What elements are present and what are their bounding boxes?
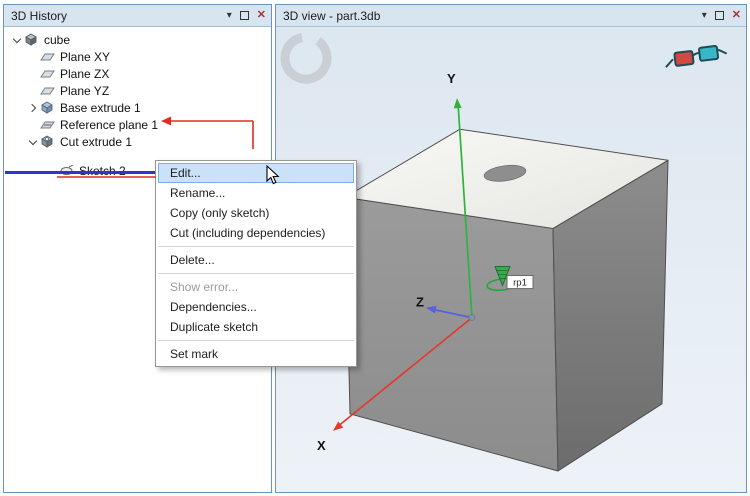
reference-plane-icon <box>40 118 56 132</box>
panel-title: 3D view - part.3db <box>283 8 381 23</box>
close-button[interactable]: ✕ <box>257 10 266 21</box>
tree-item-label: Plane XY <box>60 49 111 64</box>
tree-item-label: Plane YZ <box>60 83 110 98</box>
pin-menu-button[interactable]: ▾ <box>227 10 232 21</box>
marker-label: rp1 <box>513 278 527 289</box>
menu-item-show-error: Show error... <box>170 280 239 294</box>
menu-separator <box>158 273 354 274</box>
menu-item-duplicate-sketch[interactable]: Duplicate sketch <box>156 317 356 337</box>
tree-item-plane-zx[interactable]: Plane ZX <box>4 65 271 82</box>
tree-item-cut-extrude[interactable]: Cut extrude 1 <box>4 133 271 150</box>
menu-separator <box>158 340 354 341</box>
menu-separator <box>158 246 354 247</box>
menu-item-cut[interactable]: Cut (including dependencies) <box>156 223 356 243</box>
context-menu: Edit... Rename... Copy (only sketch) Cut… <box>155 160 357 367</box>
tree-item-plane-yz[interactable]: Plane YZ <box>4 82 271 99</box>
plane-icon <box>40 50 56 64</box>
close-button[interactable]: ✕ <box>732 10 741 21</box>
tree-item-plane-xy[interactable]: Plane XY <box>4 48 271 65</box>
chevron-right-icon[interactable] <box>26 101 40 115</box>
part-icon <box>24 33 40 47</box>
maximize-button[interactable] <box>239 11 249 20</box>
history-titlebar[interactable]: 3D History ▾ ✕ <box>4 5 271 27</box>
3d-view-titlebar[interactable]: 3D view - part.3db ▾ ✕ <box>276 5 746 27</box>
z-axis-label: Z <box>416 295 424 310</box>
tree-item-reference-plane[interactable]: Reference plane 1 <box>4 116 271 133</box>
origin-point <box>468 314 476 322</box>
cut-extrude-icon <box>40 135 56 149</box>
y-axis-label: Y <box>447 71 456 86</box>
plane-icon <box>40 84 56 98</box>
chevron-down-icon[interactable] <box>26 135 40 149</box>
x-axis-label: X <box>317 438 326 453</box>
plane-icon <box>40 67 56 81</box>
cube-solid <box>344 128 669 472</box>
tree-item-base-extrude[interactable]: Base extrude 1 <box>4 99 271 116</box>
menu-item-edit[interactable]: Edit... <box>158 163 354 183</box>
menu-item-dependencies[interactable]: Dependencies... <box>156 297 356 317</box>
tree-item-label: cube <box>44 32 71 47</box>
extrude-icon <box>40 101 56 115</box>
menu-item-rename[interactable]: Rename... <box>156 183 356 203</box>
tree-item-label: Reference plane 1 <box>60 117 159 132</box>
panel-title: 3D History <box>11 8 68 23</box>
menu-item-set-mark[interactable]: Set mark <box>156 344 356 364</box>
maximize-button[interactable] <box>714 11 724 20</box>
menu-item-copy[interactable]: Copy (only sketch) <box>156 203 356 223</box>
tree-item-label: Plane ZX <box>60 66 110 81</box>
pin-menu-button[interactable]: ▾ <box>702 10 707 21</box>
tree-item-label: Base extrude 1 <box>60 100 141 115</box>
menu-item-delete[interactable]: Delete... <box>156 250 356 270</box>
chevron-down-icon[interactable] <box>10 33 24 47</box>
tree-item-label: Cut extrude 1 <box>60 134 133 149</box>
tree-item-cube[interactable]: cube <box>4 31 271 48</box>
